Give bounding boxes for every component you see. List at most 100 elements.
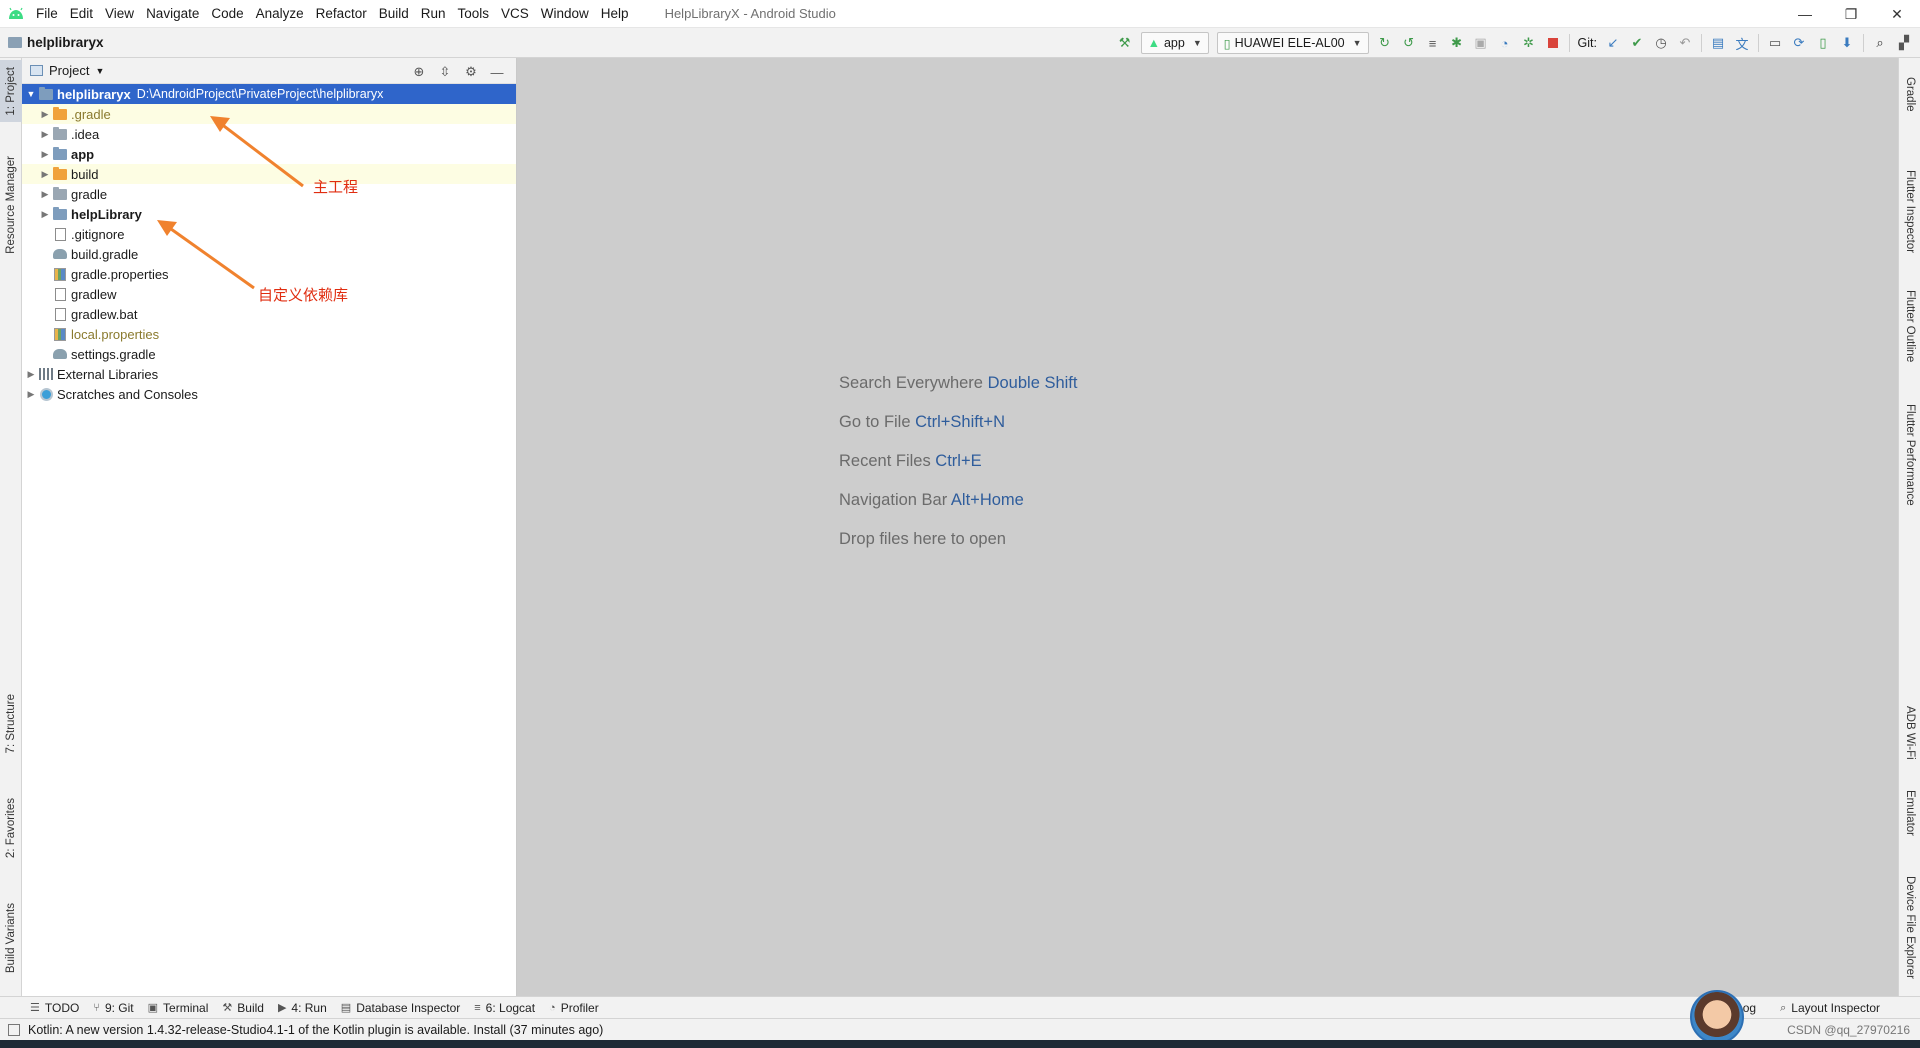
tree-item[interactable]: ▶ .gradle [22,104,516,124]
project-structure-icon[interactable]: ▤ [1706,31,1730,55]
expand-arrow-icon[interactable]: ▶ [38,109,52,120]
menu-help[interactable]: Help [595,6,635,21]
toggle-tool-windows-icon[interactable] [8,1023,20,1036]
avd-manager-icon[interactable]: ▯ [1811,31,1835,55]
tab-favorites[interactable]: 2: Favorites [0,790,22,866]
tab-database-inspector[interactable]: ▤ Database Inspector [341,1001,460,1015]
expand-arrow-icon[interactable]: ▼ [24,89,38,99]
tab-structure[interactable]: 7: Structure [0,688,22,760]
menu-view[interactable]: View [99,6,140,21]
menu-window[interactable]: Window [535,6,595,21]
tree-item[interactable]: ▶ .idea [22,124,516,144]
menu-code[interactable]: Code [205,6,249,21]
apply-changes-icon[interactable]: ↻ [1373,31,1397,55]
expand-arrow-icon[interactable]: ▶ [24,369,38,380]
menu-run[interactable]: Run [415,6,452,21]
tree-item[interactable]: gradle.properties [22,264,516,284]
tab-flutter-outline[interactable]: Flutter Outline [1899,276,1920,376]
editor-hint: Navigation Bar Alt+Home [839,488,1077,527]
tab-run[interactable]: ▶ 4: Run [278,1001,327,1015]
apply-code-changes-icon[interactable]: ↺ [1397,31,1421,55]
tab-layout-inspector[interactable]: ⌕ Layout Inspector [1780,1001,1880,1015]
run-list-icon[interactable]: ≡ [1421,31,1445,55]
expand-arrow-icon[interactable]: ▶ [38,169,52,180]
tree-item[interactable]: .gitignore [22,224,516,244]
device-select[interactable]: ▯ HUAWEI ELE-AL00 ▼ [1216,32,1369,54]
menu-vcs[interactable]: VCS [495,6,535,21]
menu-file[interactable]: File [30,6,64,21]
tree-item[interactable]: local.properties [22,324,516,344]
git-commit-icon[interactable]: ✔ [1625,31,1649,55]
attach-debugger-icon[interactable]: ✲ [1517,31,1541,55]
tab-resource-manager[interactable]: Resource Manager [0,150,22,260]
tree-scratches[interactable]: ▶ Scratches and Consoles [22,384,516,404]
tab-build-variants[interactable]: Build Variants [0,894,22,982]
coverage-icon[interactable]: ▣ [1469,31,1493,55]
tab-adb-wifi[interactable]: ADB Wi-Fi [1899,698,1920,768]
menu-refactor[interactable]: Refactor [310,6,373,21]
menu-navigate[interactable]: Navigate [140,6,205,21]
tab-flutter-inspector[interactable]: Flutter Inspector [1899,158,1920,266]
tab-gradle[interactable]: Gradle [1899,64,1920,124]
tab-emulator[interactable]: Emulator [1899,778,1920,848]
watermark: CSDN @qq_27970216 [1787,1022,1910,1037]
tab-terminal[interactable]: ▣ Terminal [148,1001,209,1015]
expand-arrow-icon[interactable]: ▶ [38,209,52,220]
search-icon[interactable]: ⌕ [1868,31,1892,55]
debug-icon[interactable]: ✱ [1445,31,1469,55]
expand-arrow-icon[interactable]: ▶ [24,389,38,400]
tree-item[interactable]: settings.gradle [22,344,516,364]
tree-item[interactable]: build.gradle [22,244,516,264]
stop-icon[interactable] [1541,31,1565,55]
tab-git[interactable]: ⑂ 9: Git [93,1001,133,1015]
tree-item[interactable]: ▶ gradle [22,184,516,204]
menu-analyze[interactable]: Analyze [250,6,310,21]
terminal-window-icon[interactable]: ▭ [1763,31,1787,55]
tab-project[interactable]: 1: Project [0,60,22,122]
expand-arrow-icon[interactable]: ▶ [38,189,52,200]
tab-logcat[interactable]: ≡ 6: Logcat [474,1001,535,1015]
tab-flutter-performance[interactable]: Flutter Performance [1899,388,1920,522]
gradle-elephant-icon[interactable]: ▞ [1892,31,1916,55]
breadcrumb[interactable]: helplibraryx [8,35,104,50]
breadcrumb-project[interactable]: helplibraryx [27,35,104,50]
collapse-all-icon[interactable]: ⇳ [432,62,458,82]
tab-event-log[interactable]: og [1743,1001,1756,1015]
tree-external-libraries[interactable]: ▶ External Libraries [22,364,516,384]
git-update-icon[interactable]: ↙ [1601,31,1625,55]
tree-root[interactable]: ▼ helplibraryx D:\AndroidProject\Private… [22,84,516,104]
tree-item[interactable]: gradlew.bat [22,304,516,324]
menu-build[interactable]: Build [373,6,415,21]
chevron-down-icon[interactable]: ▼ [95,66,104,76]
project-view-title[interactable]: Project [49,63,89,78]
sdk-manager-icon[interactable]: ⬇ [1835,31,1859,55]
git-history-icon[interactable]: ◷ [1649,31,1673,55]
editor-area[interactable]: Search Everywhere Double Shift Go to File… [517,58,1898,996]
gear-icon[interactable]: ⚙ [458,62,484,82]
module-icon [52,206,68,221]
status-message[interactable]: Kotlin: A new version 1.4.32-release-Stu… [28,1023,603,1037]
tab-build[interactable]: ⚒ Build [222,1001,264,1015]
locate-icon[interactable]: ⊕ [406,62,432,82]
minimize-button[interactable]: — [1782,0,1828,28]
expand-arrow-icon[interactable]: ▶ [38,149,52,160]
tab-profiler[interactable]: ◔ Profiler [549,1001,599,1015]
menu-tools[interactable]: Tools [452,6,496,21]
tab-todo[interactable]: ☰ TODO [30,1001,79,1015]
menu-edit[interactable]: Edit [64,6,99,21]
toolbar-separator [1863,34,1864,52]
sync-gradle-icon[interactable]: ⟳ [1787,31,1811,55]
expand-arrow-icon[interactable]: ▶ [38,129,52,140]
tree-item[interactable]: ▶ build [22,164,516,184]
git-rollback-icon[interactable]: ↶ [1673,31,1697,55]
make-project-icon[interactable]: ⚒ [1113,31,1137,55]
tab-device-file-explorer[interactable]: Device File Explorer [1899,864,1920,990]
tree-item[interactable]: ▶ app [22,144,516,164]
close-button[interactable]: ✕ [1874,0,1920,28]
run-config-select[interactable]: ▲ app ▼ [1140,32,1209,54]
tree-item[interactable]: ▶ helpLibrary [22,204,516,224]
profile-icon[interactable]: ◔ [1493,31,1517,55]
hide-icon[interactable]: — [484,62,510,82]
translate-icon[interactable]: 文 [1730,31,1754,55]
restore-button[interactable]: ❐ [1828,0,1874,28]
